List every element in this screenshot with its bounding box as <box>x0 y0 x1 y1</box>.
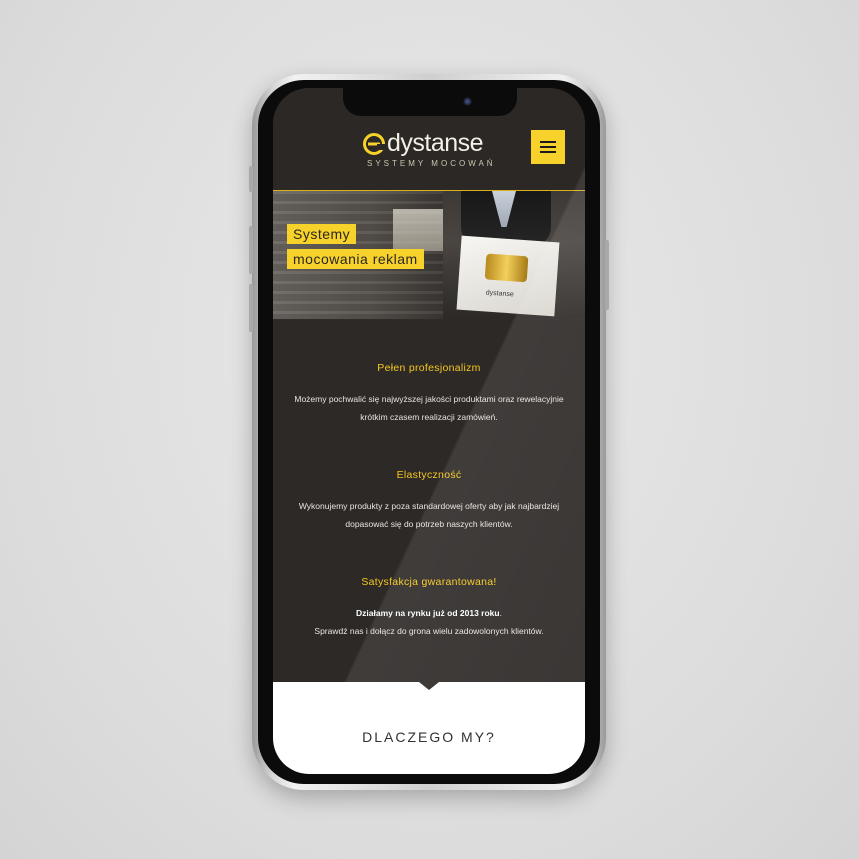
hero-label-line2: mocowania reklam <box>287 249 424 269</box>
hero-product-card: dystanse <box>456 235 560 317</box>
phone-notch <box>343 88 517 116</box>
feature-text: Działamy na rynku już od 2013 roku. Spra… <box>273 604 585 640</box>
hamburger-menu-icon <box>540 141 556 143</box>
hero-poster-image <box>393 209 443 251</box>
hamburger-menu-icon <box>540 146 556 148</box>
site-logo[interactable]: dystanse <box>363 129 484 157</box>
feature-title: Satysfakcja gwarantowana! <box>361 576 497 588</box>
phone-volume-down-button <box>249 284 253 332</box>
feature-flexibility: Elastyczność Wykonujemy produkty z poza … <box>273 469 585 533</box>
feature-title: Pełen profesjonalizm <box>377 362 481 374</box>
feature-text-body: Wykonujemy produkty z poza standardowej … <box>298 501 560 529</box>
feature-text-bold: Działamy na rynku już od 2013 roku <box>356 608 500 618</box>
why-us-heading: DLACZEGO MY? <box>362 729 496 745</box>
logo-wordmark: dystanse <box>387 129 484 157</box>
feature-text-bold-suffix: . <box>499 608 502 618</box>
feature-title: Elastyczność <box>396 469 462 481</box>
product-image <box>484 253 529 283</box>
phone-power-button <box>605 240 609 310</box>
hero-banner: dystanse Systemy mocowania reklam <box>273 191 585 319</box>
phone-screen: dystanse SYSTEMY MOCOWAŃ dystanse System… <box>273 88 585 774</box>
feature-text: Wykonujemy produkty z poza standardowej … <box>273 497 585 533</box>
features-section: Pełen profesjonalizm Możemy pochwalić si… <box>273 320 585 682</box>
front-camera-icon <box>463 97 472 106</box>
feature-satisfaction: Satysfakcja gwarantowana! Działamy na ry… <box>273 576 585 640</box>
phone-volume-up-button <box>249 226 253 274</box>
hero-card-brand: dystanse <box>485 289 514 299</box>
feature-professionalism: Pełen profesjonalizm Możemy pochwalić si… <box>273 362 585 426</box>
feature-text: Możemy pochwalić się najwyższej jakości … <box>273 390 585 426</box>
logo-tagline: SYSTEMY MOCOWAŃ <box>367 159 496 168</box>
feature-text-body: Możemy pochwalić się najwyższej jakości … <box>294 394 564 422</box>
why-us-section <box>273 682 585 774</box>
hamburger-menu-button[interactable] <box>531 130 565 164</box>
feature-text-body: Sprawdź nas i dołącz do grona wielu zado… <box>314 626 544 636</box>
hamburger-menu-icon <box>540 151 556 153</box>
logo-e-icon <box>363 132 385 155</box>
phone-side-button <box>249 166 253 192</box>
hero-label-line1: Systemy <box>287 224 357 244</box>
